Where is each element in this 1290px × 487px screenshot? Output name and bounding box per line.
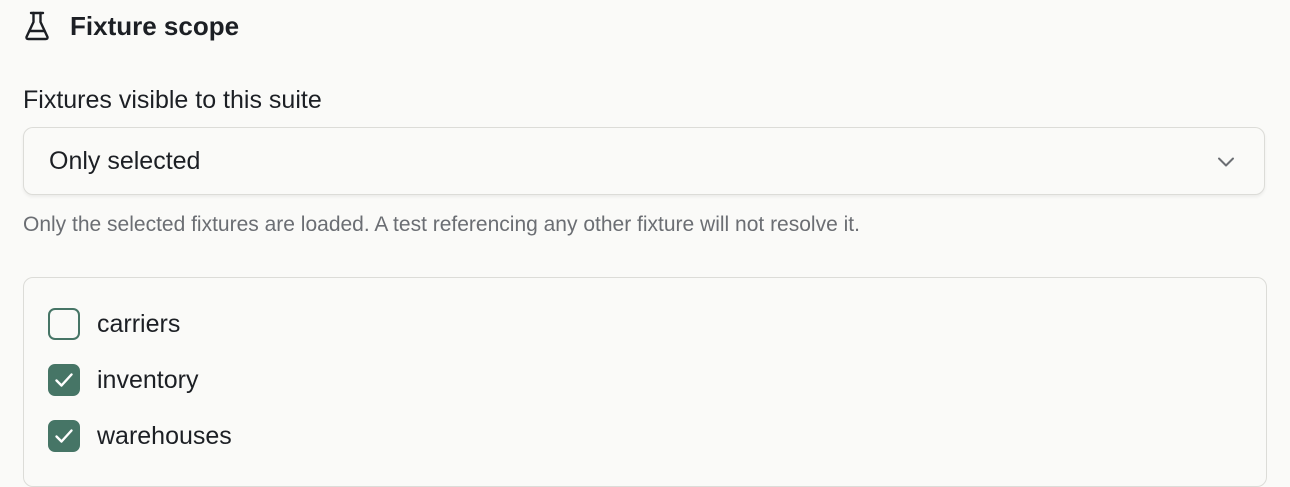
chevron-down-icon xyxy=(1216,152,1236,172)
fixture-label: warehouses xyxy=(97,421,232,450)
checkmark-icon xyxy=(55,373,73,387)
scope-select-value: Only selected xyxy=(49,147,201,175)
fixture-checkbox-inventory[interactable] xyxy=(48,364,80,396)
section-title: Fixture scope xyxy=(70,10,240,41)
flask-icon xyxy=(24,11,50,41)
fixture-label: carriers xyxy=(97,309,181,338)
fixture-label: inventory xyxy=(97,365,199,394)
scope-select-label: Fixtures visible to this suite xyxy=(23,86,322,114)
fixture-checkbox-warehouses[interactable] xyxy=(48,420,80,452)
scope-help-text: Only the selected fixtures are loaded. A… xyxy=(23,213,860,236)
fixture-option-inventory[interactable]: inventory xyxy=(48,364,198,396)
fixture-list: carriers inventory warehouses xyxy=(23,277,1267,487)
checkmark-icon xyxy=(55,429,73,443)
fixture-option-warehouses[interactable]: warehouses xyxy=(48,420,232,452)
section-header: Fixture scope xyxy=(24,8,239,44)
fixture-checkbox-carriers[interactable] xyxy=(48,308,80,340)
scope-select[interactable]: Only selected xyxy=(23,127,1265,195)
fixture-option-carriers[interactable]: carriers xyxy=(48,308,180,340)
